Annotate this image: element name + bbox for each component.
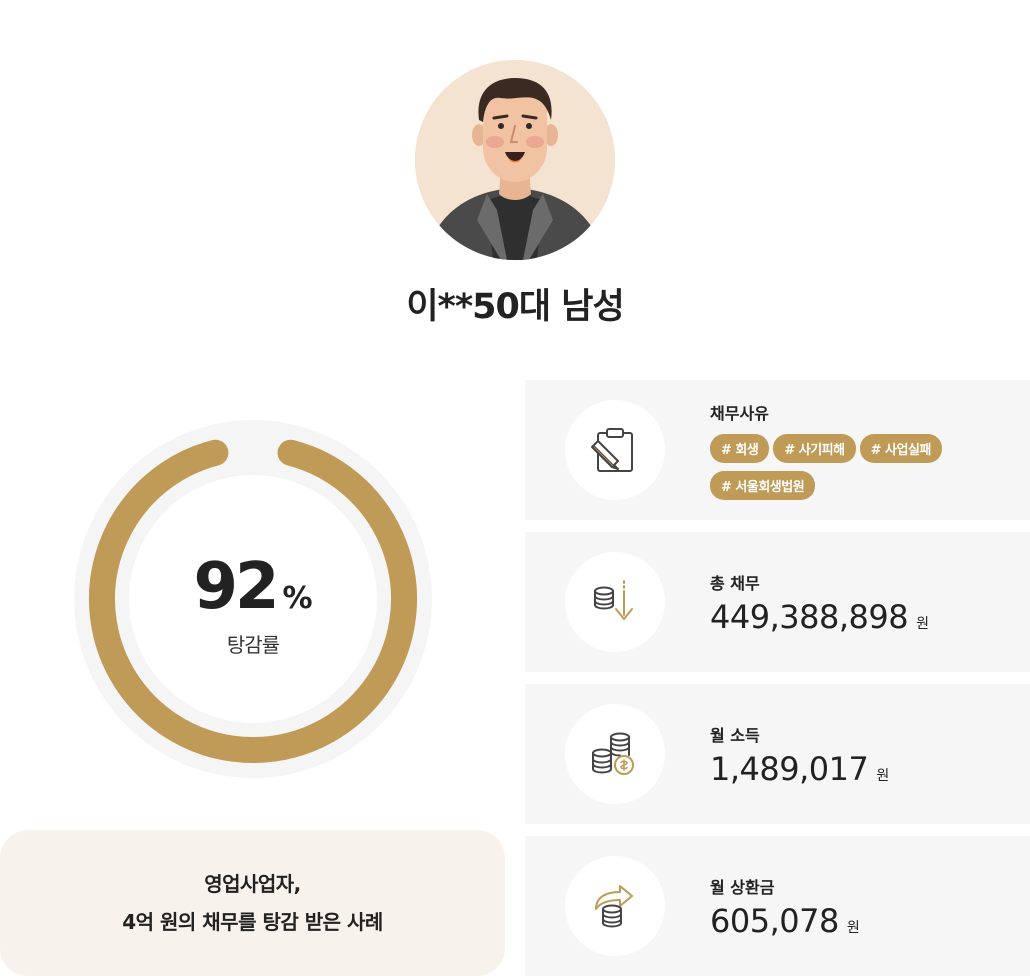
case-summary-card: 영업사업자, 4억 원의 채무를 탕감 받은 사례 bbox=[0, 830, 505, 976]
coins-down-arrow-icon bbox=[565, 552, 665, 652]
tag-rehabilitation[interactable]: # 회생 bbox=[710, 434, 770, 463]
monthly-repayment-unit: 원 bbox=[846, 920, 860, 936]
summary-line-1: 영업사업자, bbox=[204, 872, 301, 896]
debt-reason-title: 채무사유 bbox=[710, 404, 769, 423]
reduction-value: 92 bbox=[193, 550, 279, 624]
person-name: 이**50대 남성 bbox=[406, 287, 624, 327]
total-debt-unit: 원 bbox=[916, 616, 929, 632]
monthly-repayment-title: 월 상환금 bbox=[710, 878, 775, 897]
monthly-repayment-card: 월 상환금 605,078 원 bbox=[525, 836, 1030, 976]
total-debt-title: 총 채무 bbox=[710, 574, 760, 593]
coin-stacks-icon bbox=[565, 704, 665, 804]
clipboard-pencil-icon bbox=[565, 400, 665, 500]
monthly-income-title: 월 소득 bbox=[710, 726, 760, 745]
man-portrait-illustration bbox=[415, 60, 615, 260]
monthly-repayment-value-row: 605,078 원 bbox=[710, 902, 860, 940]
coins-return-arrow-icon bbox=[565, 856, 665, 956]
tag-business-failure[interactable]: # 사업실패 bbox=[859, 434, 942, 463]
debt-reason-tags: # 회생 # 사기피해 # 사업실패 # 서울회생법원 bbox=[710, 434, 1010, 508]
monthly-income-unit: 원 bbox=[876, 768, 890, 784]
summary-line-2: 4억 원의 채무를 탕감 받은 사례 bbox=[122, 910, 383, 934]
tag-seoul-court[interactable]: # 서울회생법원 bbox=[710, 471, 816, 500]
monthly-income-card: 월 소득 1,489,017 원 bbox=[525, 684, 1030, 824]
monthly-income-value: 1,489,017 bbox=[710, 750, 869, 788]
avatar bbox=[415, 60, 615, 260]
total-debt-value-row: 449,388,898 원 bbox=[710, 598, 929, 636]
monthly-income-value-row: 1,489,017 원 bbox=[710, 750, 889, 788]
debt-reason-card: 채무사유 # 회생 # 사기피해 # 사업실패 # 서울회생법원 bbox=[525, 380, 1030, 520]
ring-center: 92% 탕감률 bbox=[74, 555, 432, 658]
reduction-percent: 92% bbox=[74, 555, 432, 619]
total-debt-value: 449,388,898 bbox=[710, 598, 909, 636]
reduction-label: 탕감률 bbox=[226, 633, 280, 657]
reduction-unit: % bbox=[282, 581, 313, 616]
case-summary-text: 영업사업자, 4억 원의 채무를 탕감 받은 사례 bbox=[122, 865, 383, 941]
reduction-ring-chart: 92% 탕감률 bbox=[74, 420, 432, 778]
monthly-repayment-value: 605,078 bbox=[710, 902, 839, 940]
total-debt-card: 총 채무 449,388,898 원 bbox=[525, 532, 1030, 672]
tag-fraud[interactable]: # 사기피해 bbox=[773, 434, 856, 463]
